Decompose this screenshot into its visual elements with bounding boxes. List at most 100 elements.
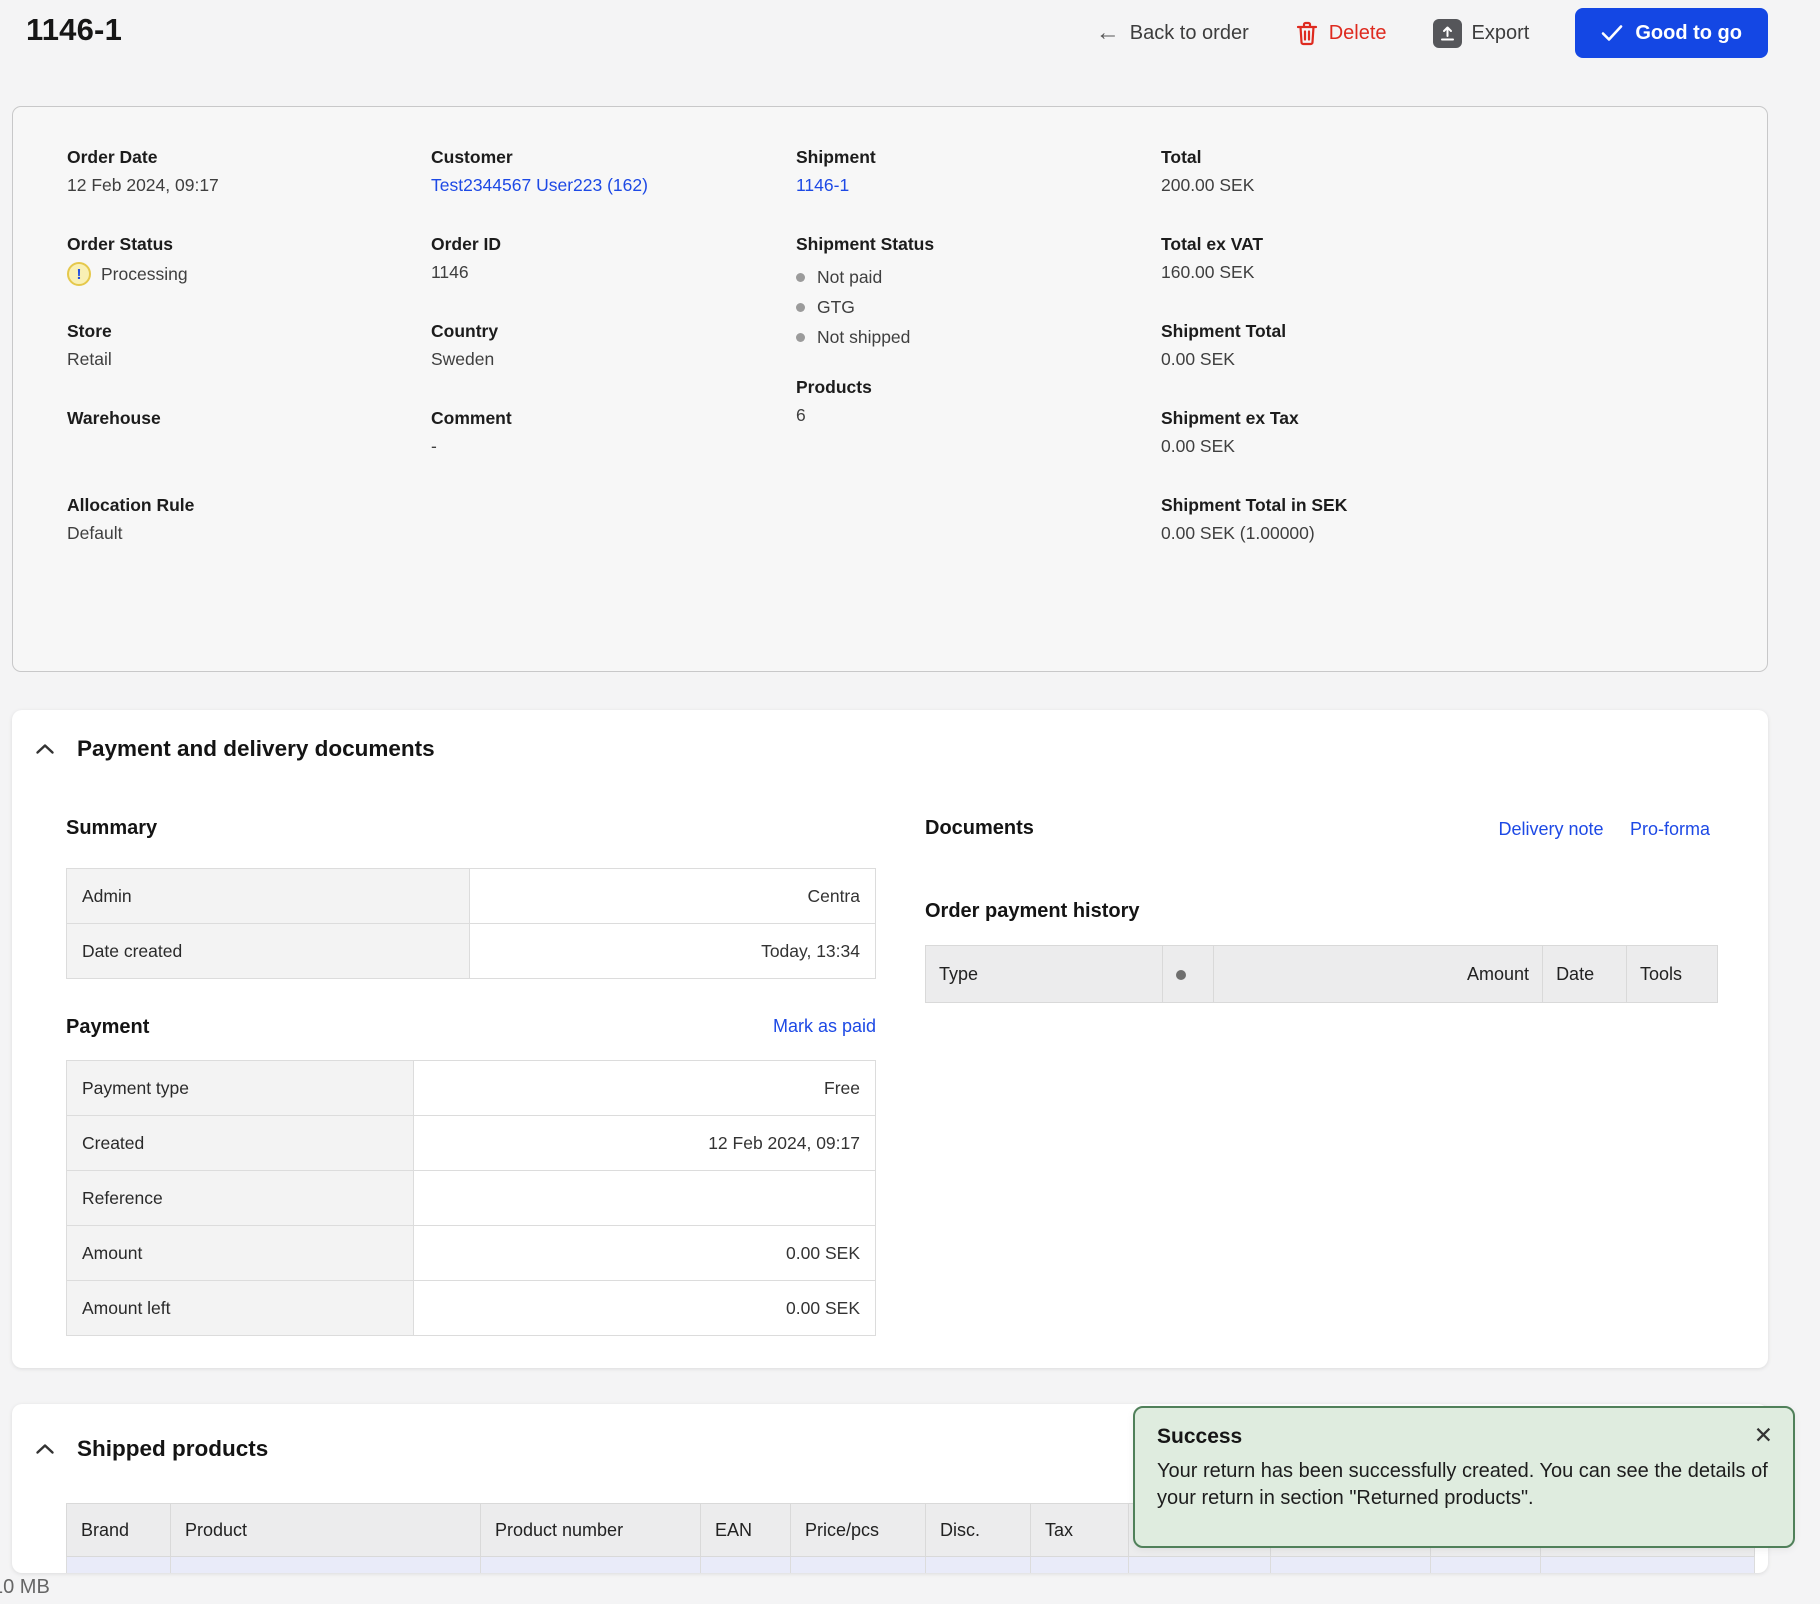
payment-type-label: Payment type [67, 1061, 414, 1116]
order-payment-history-title: Order payment history [925, 900, 1140, 923]
success-toast: Success ✕ Your return has been successfu… [1133, 1406, 1795, 1548]
warehouse-label: Warehouse [67, 408, 431, 429]
shipment-total-label: Shipment Total [1161, 321, 1767, 342]
overview-column-2: Customer Test2344567 User223 (162) Order… [431, 147, 796, 582]
payment-delivery-card: Payment and delivery documents Summary A… [12, 710, 1768, 1368]
allocation-rule-value: Default [67, 523, 431, 547]
payment-amount-left-value: 0.00 SEK [414, 1281, 876, 1336]
shipment-status-label: Shipment Status [796, 234, 1161, 255]
payment-amount-value: 0.00 SEK [414, 1226, 876, 1281]
status-dot-icon [796, 303, 805, 312]
shipment-total-value: 0.00 SEK [1161, 349, 1767, 373]
allocation-rule-label: Allocation Rule [67, 495, 431, 516]
country-field: Country Sweden [431, 321, 796, 373]
order-date-field: Order Date 12 Feb 2024, 09:17 [67, 147, 431, 199]
payment-type-value: Free [414, 1061, 876, 1116]
delete-button[interactable]: Delete [1295, 20, 1387, 46]
country-value: Sweden [431, 349, 796, 373]
status-dot-icon [796, 273, 805, 282]
shipment-ex-tax-value: 0.00 SEK [1161, 436, 1767, 460]
customer-label: Customer [431, 147, 796, 168]
shipped-products-title: Shipped products [77, 1436, 268, 1462]
shipment-ex-tax-label: Shipment ex Tax [1161, 408, 1767, 429]
total-field: Total 200.00 SEK [1161, 147, 1767, 199]
shipped-col-disc: Disc. [926, 1504, 1031, 1557]
shipped-col-ean: EAN [701, 1504, 791, 1557]
shipped-col-brand: Brand [67, 1504, 171, 1557]
table-row: Created 12 Feb 2024, 09:17 [67, 1116, 876, 1171]
order-payment-history-table: Type Amount Date Tools [925, 945, 1718, 1003]
order-status-value: Processing [101, 264, 188, 285]
warehouse-value [67, 436, 431, 460]
shipment-status-field: Shipment Status Not paid GTG Not shipped [796, 234, 1161, 352]
shipment-status-item: Not shipped [796, 322, 1161, 352]
comment-field: Comment - [431, 408, 796, 460]
total-value: 200.00 SEK [1161, 175, 1767, 199]
table-row: Date created Today, 13:34 [67, 924, 876, 979]
order-id-label: Order ID [431, 234, 796, 255]
shipment-status-item: Not paid [796, 262, 1161, 292]
shipment-total-sek-value: 0.00 SEK (1.00000) [1161, 523, 1767, 547]
customer-link[interactable]: Test2344567 User223 (162) [431, 175, 796, 199]
trash-icon [1295, 20, 1319, 46]
overview-column-4: Total 200.00 SEK Total ex VAT 160.00 SEK… [1161, 147, 1767, 582]
payment-amount-left-label: Amount left [67, 1281, 414, 1336]
overview-column-3: Shipment 1146-1 Shipment Status Not paid… [796, 147, 1161, 582]
toast-title: Success [1157, 1425, 1771, 1449]
close-icon[interactable]: ✕ [1754, 1422, 1773, 1449]
shipment-overview-card: Order Date 12 Feb 2024, 09:17 Order Stat… [12, 106, 1768, 672]
summary-date-created-label: Date created [67, 924, 470, 979]
shipment-label: Shipment [796, 147, 1161, 168]
shipment-total-field: Shipment Total 0.00 SEK [1161, 321, 1767, 373]
payment-created-label: Created [67, 1116, 414, 1171]
order-date-value: 12 Feb 2024, 09:17 [67, 175, 431, 199]
mark-as-paid-link[interactable]: Mark as paid [66, 1016, 876, 1037]
products-field: Products 6 [796, 377, 1161, 429]
order-id-value: 1146 [431, 262, 796, 286]
table-row: Amount 0.00 SEK [67, 1226, 876, 1281]
summary-admin-value: Centra [470, 869, 876, 924]
shipped-col-product: Product [171, 1504, 481, 1557]
store-label: Store [67, 321, 431, 342]
table-header-row: Type Amount Date Tools [926, 946, 1718, 1003]
footer-size-note: 10 MB [0, 1576, 50, 1599]
collapse-chevron-icon[interactable] [35, 742, 55, 756]
export-button[interactable]: Export [1433, 19, 1530, 48]
payment-reference-value [414, 1171, 876, 1226]
order-date-label: Order Date [67, 147, 431, 168]
history-col-type: Type [926, 946, 1163, 1003]
shipment-link[interactable]: 1146-1 [796, 175, 1161, 199]
status-dot-icon [1176, 970, 1186, 980]
total-ex-vat-label: Total ex VAT [1161, 234, 1767, 255]
payment-reference-label: Reference [67, 1171, 414, 1226]
payment-amount-label: Amount [67, 1226, 414, 1281]
collapse-chevron-icon[interactable] [35, 1442, 55, 1456]
summary-title: Summary [66, 817, 157, 840]
comment-value: - [431, 436, 796, 460]
shipped-col-product-number: Product number [481, 1504, 701, 1557]
payment-created-value: 12 Feb 2024, 09:17 [414, 1116, 876, 1171]
table-row: Admin Centra [67, 869, 876, 924]
table-row [67, 1557, 1755, 1574]
order-status-field: Order Status ! Processing [67, 234, 431, 286]
shipment-ex-tax-field: Shipment ex Tax 0.00 SEK [1161, 408, 1767, 460]
table-row: Reference [67, 1171, 876, 1226]
order-status-label: Order Status [67, 234, 431, 255]
top-actions: ← Back to order Delete Export [1096, 0, 1768, 66]
back-to-order-button[interactable]: ← Back to order [1096, 21, 1249, 45]
warehouse-field: Warehouse [67, 408, 431, 460]
delivery-note-link[interactable]: Delivery note [1498, 819, 1603, 839]
back-to-order-label: Back to order [1130, 22, 1249, 45]
summary-table: Admin Centra Date created Today, 13:34 [66, 868, 876, 979]
history-col-amount: Amount [1213, 946, 1542, 1003]
pro-forma-link[interactable]: Pro-forma [1630, 819, 1710, 839]
table-row: Payment type Free [67, 1061, 876, 1116]
good-to-go-label: Good to go [1635, 22, 1742, 45]
total-ex-vat-value: 160.00 SEK [1161, 262, 1767, 286]
store-value: Retail [67, 349, 431, 373]
shipment-status-item: GTG [796, 292, 1161, 322]
summary-date-created-value: Today, 13:34 [470, 924, 876, 979]
good-to-go-button[interactable]: Good to go [1575, 8, 1768, 58]
summary-admin-label: Admin [67, 869, 470, 924]
page-title: 1146-1 [26, 12, 122, 48]
